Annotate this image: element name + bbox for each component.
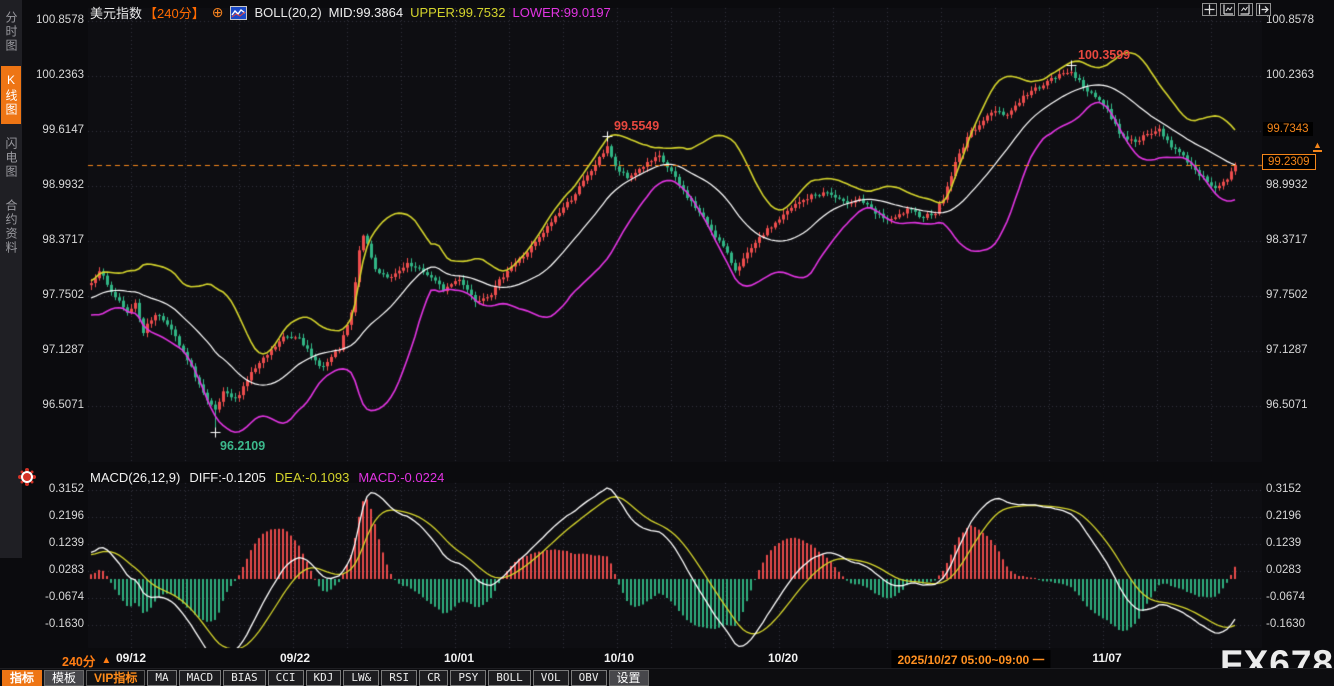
indicator-settings-icon[interactable] bbox=[21, 471, 33, 483]
sidebar-item-contract-info[interactable]: 合约资料 bbox=[1, 192, 21, 262]
indicator-kdj-button[interactable]: KDJ bbox=[306, 670, 342, 686]
fit-left-axis-icon[interactable] bbox=[1220, 3, 1235, 16]
fit-right-axis-icon[interactable] bbox=[1238, 3, 1253, 16]
indicator-lw-button[interactable]: LW& bbox=[343, 670, 379, 686]
indicator-ma-button[interactable]: MA bbox=[147, 670, 176, 686]
macd-dea-value: DEA:-0.1093 bbox=[275, 470, 349, 485]
indicator-macd-button[interactable]: MACD bbox=[179, 670, 222, 686]
boll-mid-value: MID:99.3864 bbox=[329, 5, 403, 20]
indicator-psy-button[interactable]: PSY bbox=[450, 670, 486, 686]
window-toolbar bbox=[1202, 3, 1271, 16]
boll-params-label: BOLL(20,2) bbox=[254, 5, 321, 20]
indicator-vol-button[interactable]: VOL bbox=[533, 670, 569, 686]
symbol-name: 美元指数 bbox=[90, 3, 142, 22]
indicator-bias-button[interactable]: BIAS bbox=[223, 670, 266, 686]
indicator-rsi-button[interactable]: RSI bbox=[381, 670, 417, 686]
vip-indicators-tab[interactable]: VIP指标 bbox=[86, 670, 145, 686]
crosshair-icon[interactable] bbox=[1202, 3, 1217, 16]
macd-header: MACD(26,12,9) DIFF:-0.1205 DEA:-0.1093 M… bbox=[90, 470, 444, 485]
chart-header: 美元指数 【240分】 ⊕ BOLL(20,2) MID:99.3864 UPP… bbox=[90, 3, 611, 22]
period-arrow-icon: ▲ bbox=[101, 655, 111, 666]
indicator-obv-button[interactable]: OBV bbox=[571, 670, 607, 686]
selected-candle-time-label: 2025/10/27 05:00~09:00 一 bbox=[891, 650, 1050, 669]
pan-right-icon[interactable] bbox=[1256, 3, 1271, 16]
candlestick-chart-canvas[interactable] bbox=[0, 0, 1334, 686]
boll-lower-value: LOWER:99.0197 bbox=[513, 5, 611, 20]
price-up-marker-icon: ▲ bbox=[1313, 141, 1322, 152]
macd-macd-value: MACD:-0.0224 bbox=[358, 470, 444, 485]
collapse-icon[interactable]: ⊕ bbox=[212, 4, 224, 21]
sidebar-item-flash-chart[interactable]: 闪电图 bbox=[1, 130, 21, 186]
templates-tab[interactable]: 模板 bbox=[44, 670, 84, 686]
macd-diff-value: DIFF:-0.1205 bbox=[189, 470, 266, 485]
sidebar-item-kline-chart[interactable]: K线图 bbox=[1, 66, 21, 124]
indicator-cr-button[interactable]: CR bbox=[419, 670, 448, 686]
fx-charting-app: 分时图 K线图 闪电图 合约资料 美元指数 【240分】 ⊕ BOLL(20,2… bbox=[0, 0, 1334, 686]
chart-type-sidebar: 分时图 K线图 闪电图 合约资料 bbox=[0, 0, 22, 558]
indicator-toolbar: 指标模板VIP指标MAMACDBIASCCIKDJLW&RSICRPSYBOLL… bbox=[0, 668, 1334, 686]
upper-band-price-tag: 99.7343 bbox=[1263, 122, 1313, 136]
boll-upper-value: UPPER:99.7532 bbox=[410, 5, 505, 20]
sidebar-item-time-chart[interactable]: 分时图 bbox=[1, 4, 21, 60]
period-label: 【240分】 bbox=[144, 3, 205, 22]
mini-chart-icon[interactable] bbox=[230, 6, 247, 20]
indicator-boll-button[interactable]: BOLL bbox=[488, 670, 531, 686]
indicators-tab[interactable]: 指标 bbox=[2, 670, 42, 686]
current-price-tag: 99.2309 bbox=[1262, 154, 1316, 170]
settings-button[interactable]: 设置 bbox=[609, 670, 649, 686]
macd-params-label: MACD(26,12,9) bbox=[90, 470, 180, 485]
indicator-cci-button[interactable]: CCI bbox=[268, 670, 304, 686]
